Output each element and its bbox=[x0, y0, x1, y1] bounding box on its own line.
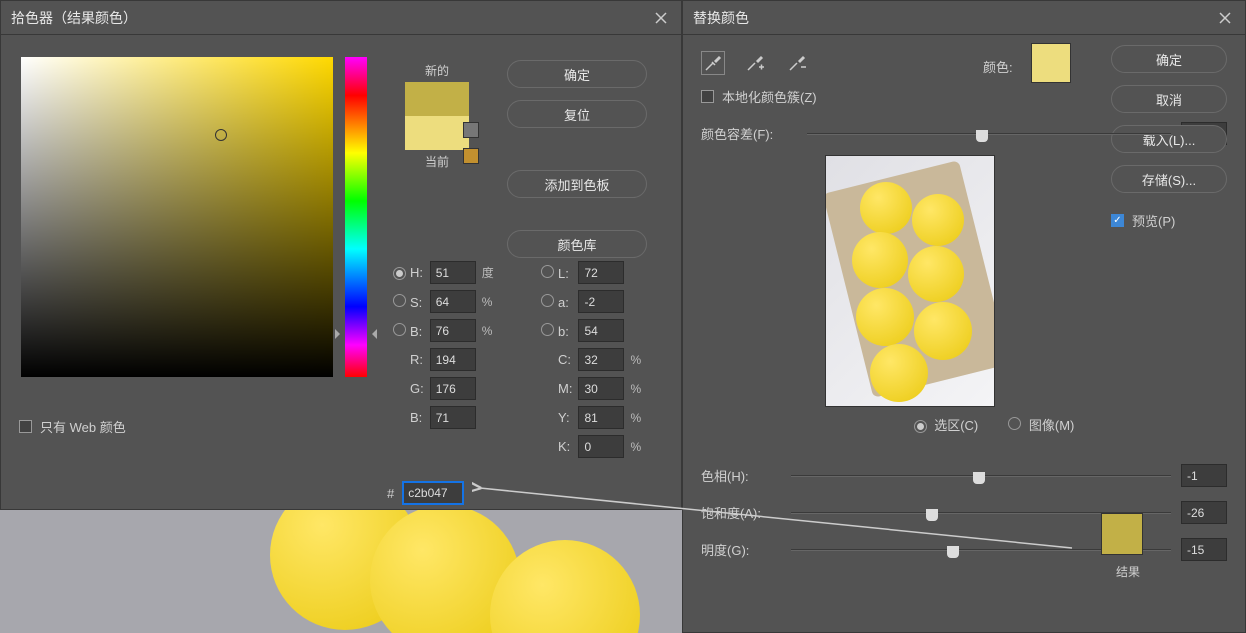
localize-checkbox[interactable] bbox=[701, 90, 714, 103]
lab-cmyk-fields: L: a: b: C: % M: % Y: % K: % bbox=[541, 261, 654, 458]
replace-title: 替换颜色 bbox=[693, 8, 749, 28]
color-picker-dialog: 拾色器（结果颜色） 新的 当前 确定 复位 添加到色板 颜色库 H: 度 S: … bbox=[0, 0, 682, 510]
current-color-swatch[interactable] bbox=[405, 116, 469, 150]
hsb-adjust: 色相(H): 饱和度(A): 明度(G): bbox=[701, 464, 1227, 561]
gamut-warning-icon[interactable] bbox=[463, 122, 479, 138]
picker-titlebar: 拾色器（结果颜色） bbox=[1, 1, 681, 35]
y-input[interactable] bbox=[578, 406, 624, 429]
fuzziness-slider[interactable] bbox=[807, 127, 1171, 141]
eyedropper-add-icon[interactable] bbox=[743, 51, 767, 75]
radio-l[interactable] bbox=[541, 265, 554, 278]
ok-button[interactable]: 确定 bbox=[507, 60, 647, 88]
a-input[interactable] bbox=[578, 290, 624, 313]
radio-lab-b[interactable] bbox=[541, 323, 554, 336]
radio-image[interactable] bbox=[1008, 417, 1021, 430]
close-icon[interactable] bbox=[1215, 8, 1235, 28]
add-swatch-button[interactable]: 添加到色板 bbox=[507, 170, 647, 198]
preview-image[interactable] bbox=[825, 155, 995, 407]
radio-s[interactable] bbox=[393, 294, 406, 307]
k-input[interactable] bbox=[578, 435, 624, 458]
hex-input[interactable] bbox=[402, 481, 464, 505]
hue-input[interactable] bbox=[1181, 464, 1227, 487]
l-input[interactable] bbox=[578, 261, 624, 284]
hex-row: # bbox=[387, 481, 464, 505]
hsb-rgb-fields: H: 度 S: % B: % R: G: B: bbox=[393, 261, 500, 429]
new-color-swatch bbox=[405, 82, 469, 116]
hue-slider[interactable] bbox=[791, 469, 1171, 483]
replace-buttons: 确定 取消 载入(L)... 存储(S)... 预览(P) bbox=[1111, 45, 1227, 246]
sv-cursor bbox=[215, 129, 227, 141]
close-icon[interactable] bbox=[651, 8, 671, 28]
lab-b-input[interactable] bbox=[578, 319, 624, 342]
g-input[interactable] bbox=[430, 377, 476, 400]
radio-a[interactable] bbox=[541, 294, 554, 307]
eyedropper-icon[interactable] bbox=[701, 51, 725, 75]
color-label: 颜色: bbox=[983, 57, 1013, 76]
lig-input[interactable] bbox=[1181, 538, 1227, 561]
picker-title: 拾色器（结果颜色） bbox=[11, 8, 137, 28]
replace-titlebar: 替换颜色 bbox=[683, 1, 1245, 35]
preview-checkbox[interactable] bbox=[1111, 214, 1124, 227]
sv-field[interactable] bbox=[21, 57, 333, 377]
radio-b[interactable] bbox=[393, 323, 406, 336]
color-lib-button[interactable]: 颜色库 bbox=[507, 230, 647, 258]
new-label: 新的 bbox=[379, 62, 495, 79]
result-color-swatch[interactable] bbox=[1101, 513, 1143, 555]
web-only-checkbox[interactable] bbox=[19, 420, 32, 433]
rgb-b-input[interactable] bbox=[430, 406, 476, 429]
h-input[interactable] bbox=[430, 261, 476, 284]
replace-color-dialog: 替换颜色 颜色: 确定 取消 载入(L)... 存储(S)... 预览(P) 本… bbox=[682, 0, 1246, 633]
canvas-image bbox=[0, 510, 682, 633]
m-input[interactable] bbox=[578, 377, 624, 400]
eyedropper-subtract-icon[interactable] bbox=[785, 51, 809, 75]
websafe-swatch-icon[interactable] bbox=[463, 148, 479, 164]
sat-input[interactable] bbox=[1181, 501, 1227, 524]
r-input[interactable] bbox=[430, 348, 476, 371]
save-button[interactable]: 存储(S)... bbox=[1111, 165, 1227, 193]
replace-body: 颜色: 确定 取消 载入(L)... 存储(S)... 预览(P) 本地化颜色簇… bbox=[683, 35, 1245, 632]
c-input[interactable] bbox=[578, 348, 624, 371]
preview-mode: 选区(C) 图像(M) bbox=[701, 415, 1227, 434]
radio-selection[interactable] bbox=[914, 420, 927, 433]
result-label: 结果 bbox=[1116, 563, 1140, 580]
b-input[interactable] bbox=[430, 319, 476, 342]
cancel-button[interactable]: 取消 bbox=[1111, 85, 1227, 113]
radio-h[interactable] bbox=[393, 267, 406, 280]
web-only-row: 只有 Web 颜色 bbox=[19, 417, 126, 436]
s-input[interactable] bbox=[430, 290, 476, 313]
reset-button[interactable]: 复位 bbox=[507, 100, 647, 128]
hue-slider[interactable] bbox=[345, 57, 367, 377]
source-color-swatch[interactable] bbox=[1031, 43, 1071, 83]
ok-button[interactable]: 确定 bbox=[1111, 45, 1227, 73]
